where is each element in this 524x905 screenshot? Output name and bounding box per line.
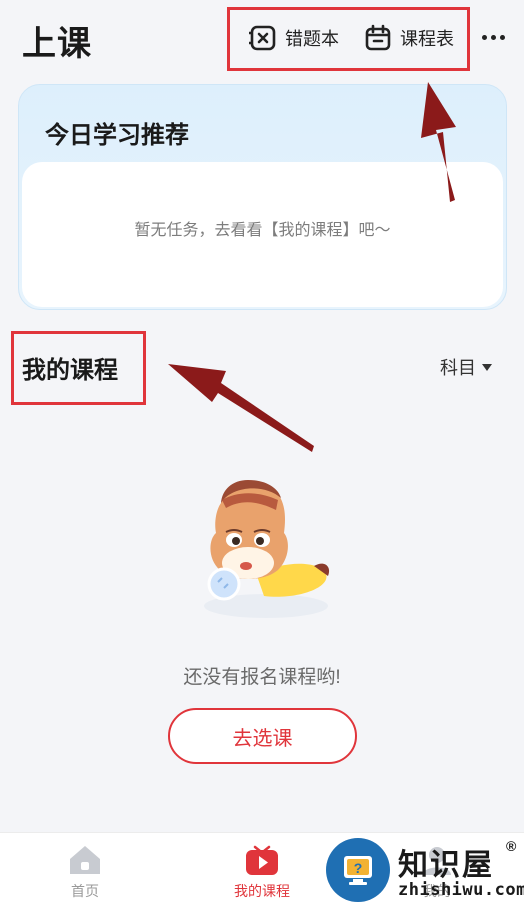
nav-label-my-course: 我的课程 (234, 883, 290, 899)
no-course-empty-text: 还没有报名课程哟! (183, 667, 341, 688)
watermark: ? 知识屋 ® zhishiwu.com (326, 836, 524, 905)
svg-text:?: ? (354, 860, 363, 876)
watermark-registered: ® (506, 838, 517, 854)
nav-item-home[interactable]: 首页 (40, 843, 130, 901)
nav-item-my-course[interactable]: 我的课程 (217, 843, 307, 901)
nav-label-home: 首页 (71, 883, 99, 899)
watermark-domain: zhishiwu.com (398, 880, 524, 900)
play-icon (246, 845, 278, 875)
annotation-arrow-top (421, 82, 456, 202)
choose-course-button[interactable]: 去选课 (168, 708, 357, 764)
watermark-brand: 知识屋 (398, 848, 494, 883)
home-icon (70, 846, 100, 874)
horse-mascot-illustration (204, 480, 330, 618)
annotation-arrow-section (168, 364, 314, 452)
annotation-arrows (168, 82, 456, 452)
watermark-logo-icon: ? (326, 838, 390, 902)
